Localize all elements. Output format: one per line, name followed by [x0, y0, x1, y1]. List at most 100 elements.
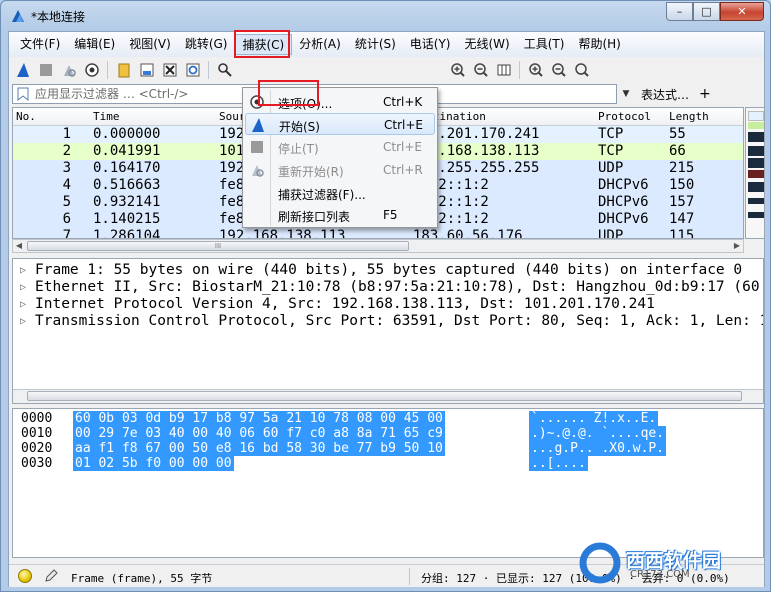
byte-offset: 0020: [21, 441, 53, 456]
expert-info-icon[interactable]: [18, 569, 32, 583]
capture-menu-item[interactable]: 捕获过滤器(F)...: [245, 182, 435, 204]
packet-cell-time: 1.286104: [93, 228, 161, 239]
close-button[interactable]: ✕: [720, 2, 764, 21]
edit-comment-icon[interactable]: [43, 568, 59, 584]
watermark-c-icon: [579, 542, 621, 584]
capture-menu-item: 停止(T) Ctrl+E: [245, 136, 435, 158]
zoom-out-alt-icon[interactable]: [549, 60, 568, 79]
minimize-button[interactable]: –: [666, 2, 693, 21]
menu-edit[interactable]: 编辑(E): [67, 34, 122, 55]
scroll-right-icon[interactable]: ▶: [731, 240, 743, 252]
byte-hex[interactable]: 60 0b 03 0d b9 17 b8 97 5a 21 10 78 08 0…: [73, 411, 445, 426]
byte-hex[interactable]: aa f1 f8 67 00 50 e8 16 bd 58 30 be 77 b…: [73, 441, 445, 456]
menu-tools[interactable]: 工具(T): [517, 34, 572, 55]
detail-tree: ▷ Frame 1: 55 bytes on wire (440 bits), 5…: [13, 259, 763, 330]
zoom-in-alt-icon[interactable]: [526, 60, 545, 79]
menu-item-label: 捕获过滤器(F)...: [278, 188, 366, 202]
maximize-button[interactable]: □: [693, 2, 720, 21]
zoom-in-icon[interactable]: [448, 60, 467, 79]
byte-ascii[interactable]: .)~.@.@. `....qe.: [529, 426, 667, 441]
detail-tree-item[interactable]: ▷ Ethernet II, Src: BiostarM_21:10:78 (b8…: [13, 279, 763, 296]
capture-options-icon[interactable]: [82, 60, 101, 79]
details-hscrollbar[interactable]: [13, 389, 763, 403]
scroll-thumb[interactable]: [27, 391, 742, 401]
watermark-logo: 西西软件园 CR173.COM: [576, 541, 766, 585]
expand-arrow-icon[interactable]: ▷: [20, 313, 26, 330]
menu-view[interactable]: 视图(V): [122, 34, 178, 55]
menu-help[interactable]: 帮助(H): [571, 34, 627, 55]
start-capture-icon[interactable]: [13, 60, 32, 79]
toolbar-separator: [208, 60, 209, 79]
packet-cell-destination: 183.60.56.176: [413, 228, 523, 239]
byte-dump: 0000 60 0b 03 0d b9 17 b8 97 5a 21 10 78 …: [13, 409, 763, 471]
menu-statistics[interactable]: 统计(S): [348, 34, 403, 55]
byte-hex[interactable]: 00 29 7e 03 40 00 40 06 60 f7 c0 a8 8a 7…: [73, 426, 445, 441]
column-header-no[interactable]: No.: [16, 110, 36, 123]
menu-telephony[interactable]: 电话(Y): [403, 34, 458, 55]
find-packet-icon[interactable]: [215, 60, 234, 79]
menu-item-label: 开始(S): [279, 120, 320, 134]
packet-row[interactable]: 7 1.286104 192.168.138.113 183.60.56.176 UDP…: [13, 228, 743, 239]
reload-file-icon[interactable]: [183, 60, 202, 79]
start-item-highlight: [258, 80, 319, 106]
packet-cell-no: 2: [62, 143, 71, 159]
restart-icon: [249, 162, 265, 178]
packet-details[interactable]: ▷ Frame 1: 55 bytes on wire (440 bits), 5…: [12, 258, 764, 404]
menu-go[interactable]: 跳转(G): [178, 34, 235, 55]
restart-capture-icon[interactable]: [59, 60, 78, 79]
packet-cell-length: 150: [669, 177, 695, 193]
menu-file[interactable]: 文件(F): [13, 34, 67, 55]
expand-arrow-icon[interactable]: ▷: [20, 262, 26, 279]
packet-cell-time: 0.164170: [93, 160, 161, 176]
status-frame-info: Frame (frame), 55 字节: [71, 572, 213, 585]
expand-arrow-icon[interactable]: ▷: [20, 296, 26, 313]
zoom-normal-icon[interactable]: [572, 60, 591, 79]
scroll-left-icon[interactable]: ◀: [13, 240, 25, 252]
detail-tree-item[interactable]: ▷ Transmission Control Protocol, Src Port…: [13, 313, 763, 330]
title-bar[interactable]: *本地连接 – □ ✕: [1, 1, 770, 31]
packet-cell-time: 0.041991: [93, 143, 161, 159]
packet-bytes[interactable]: 0000 60 0b 03 0d b9 17 b8 97 5a 21 10 78 …: [12, 408, 764, 558]
packet-cell-time: 0.516663: [93, 177, 161, 193]
column-header-length[interactable]: Length: [669, 110, 709, 123]
add-filter-button[interactable]: +: [699, 86, 711, 102]
expand-arrow-icon[interactable]: ▷: [20, 279, 26, 296]
close-file-icon[interactable]: [160, 60, 179, 79]
toolbar-separator: [107, 60, 108, 79]
packet-cell-time: 0.000000: [93, 126, 161, 142]
byte-offset: 0030: [21, 456, 53, 471]
menu-analyze[interactable]: 分析(A): [292, 34, 348, 55]
byte-ascii[interactable]: ..[....: [529, 456, 588, 471]
save-file-icon[interactable]: [137, 60, 156, 79]
capture-menu-item[interactable]: 开始(S) Ctrl+E: [245, 113, 435, 135]
menu-wireless[interactable]: 无线(W): [458, 34, 517, 55]
menu-item-label: 刷新接口列表: [278, 210, 351, 224]
menu-item-label: 重新开始(R): [278, 165, 344, 179]
detail-tree-item[interactable]: ▷ Internet Protocol Version 4, Src: 192.1…: [13, 296, 763, 313]
resize-columns-icon[interactable]: [494, 60, 513, 79]
byte-offset: 0000: [21, 411, 53, 426]
detail-tree-label: Ethernet II, Src: BiostarM_21:10:78 (b8:…: [35, 279, 763, 295]
open-file-icon[interactable]: [114, 60, 133, 79]
byte-ascii[interactable]: ...g.P.. .X0.w.P.: [529, 441, 667, 456]
filter-history-dropdown[interactable]: ▼: [619, 85, 633, 103]
packet-minimap[interactable]: [745, 107, 765, 239]
byte-row: 0030 01 02 5b f0 00 00 00 ..[....: [13, 456, 763, 471]
detail-tree-item[interactable]: ▷ Frame 1: 55 bytes on wire (440 bits), 5…: [13, 262, 763, 279]
wireshark-app-icon: [12, 10, 24, 22]
column-header-protocol[interactable]: Protocol: [598, 110, 651, 123]
packet-cell-source: 192.168.138.113: [219, 228, 346, 239]
byte-hex[interactable]: 01 02 5b f0 00 00 00: [73, 456, 234, 471]
bookmark-icon[interactable]: [17, 87, 29, 101]
packet-list-hscrollbar[interactable]: ◀ III ▶: [12, 239, 744, 253]
watermark-subtext: CR173.COM: [630, 569, 690, 580]
stop-capture-icon[interactable]: [36, 60, 55, 79]
scroll-thumb[interactable]: III: [27, 241, 409, 251]
status-separator: [409, 568, 410, 585]
column-header-time[interactable]: Time: [93, 110, 120, 123]
expression-button[interactable]: 表达式…: [641, 86, 689, 103]
zoom-out-icon[interactable]: [471, 60, 490, 79]
byte-ascii[interactable]: `...... Z!.x..E.: [529, 411, 659, 426]
capture-menu-item[interactable]: 刷新接口列表 F5: [245, 204, 435, 226]
menu-item-shortcut: Ctrl+R: [383, 163, 423, 177]
